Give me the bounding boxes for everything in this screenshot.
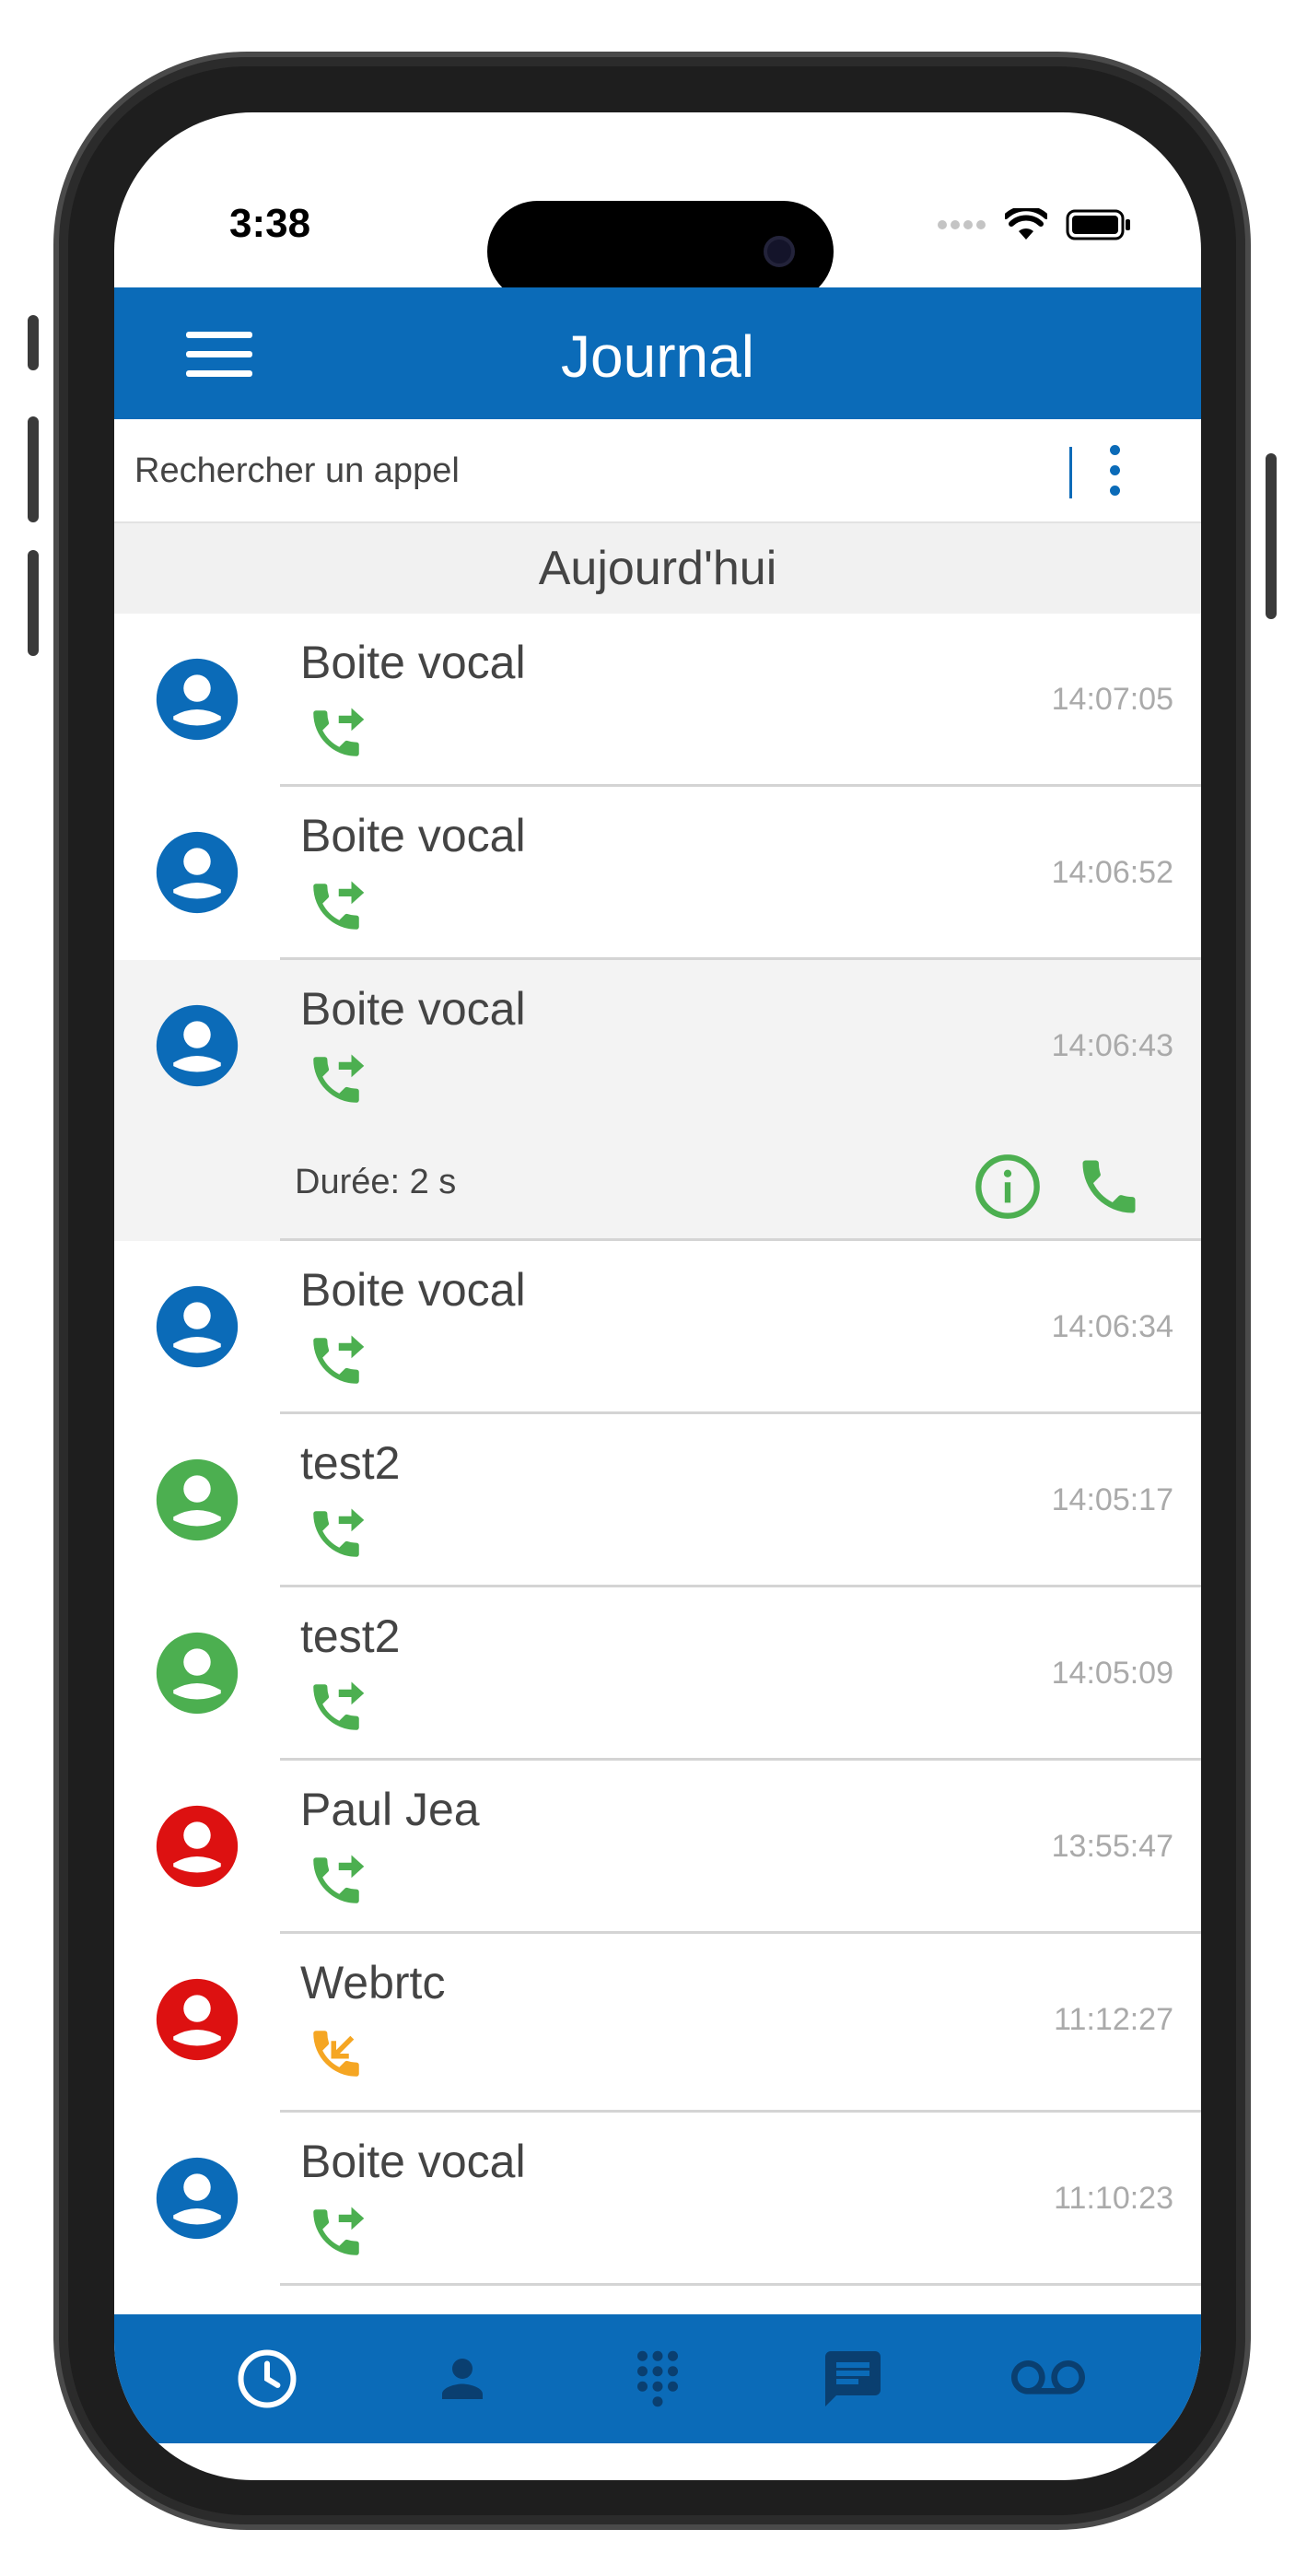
screen: 3:38 Journal Rechercher un appel Aujourd… [114,112,1201,2480]
call-time: 14:06:34 [1051,1309,1173,1344]
call-row[interactable]: Boite vocal 14:06:52 [114,787,1201,960]
call-time: 11:10:23 [1054,2181,1173,2216]
call-time: 14:07:05 [1051,682,1173,717]
message-icon [825,2351,881,2406]
outgoing-call-icon [313,1054,365,1103]
call-name: Paul Jea [300,1784,480,1835]
tab-messages[interactable] [798,2324,908,2434]
section-header-today: Aujourd'hui [114,523,1201,614]
call-row[interactable]: Boite vocal 14:07:05 [114,614,1201,787]
phone-frame: 3:38 Journal Rechercher un appel Aujourd… [28,52,1277,2530]
call-time: 14:05:09 [1051,1656,1173,1691]
camera-icon [764,236,795,267]
status-time: 3:38 [229,201,311,246]
outgoing-call-icon [313,1508,365,1557]
call-row[interactable]: Boite vocal 11:10:23 [114,2113,1201,2286]
call-name: test2 [300,1437,401,1489]
contact-avatar-icon [156,2157,239,2240]
call-row[interactable]: test2 14:05:17 [114,1414,1201,1587]
tab-voicemail[interactable] [993,2324,1103,2434]
call-time: 11:12:27 [1054,2002,1173,2037]
contact-avatar-icon [156,658,239,741]
call-back-button[interactable] [1074,1152,1144,1222]
app-bar: Journal [114,287,1201,419]
outgoing-call-icon [313,1335,365,1384]
call-time: 14:05:17 [1051,1482,1173,1517]
voicemail-icon [1011,2360,1085,2395]
outgoing-call-icon [313,1681,365,1730]
volume-down-button [28,550,39,656]
call-name: Boite vocal [300,983,526,1035]
call-row-expanded[interactable]: Boite vocal 14:06:43 Durée: 2 s [114,960,1201,1241]
volume-up-button [28,416,39,522]
call-name: Boite vocal [300,637,526,688]
signal-icon [938,220,986,229]
page-title: Journal [561,323,754,390]
incoming-call-icon [313,2031,359,2077]
contact-avatar-icon [156,1458,239,1541]
search-input[interactable] [133,441,1054,500]
outgoing-call-icon [313,2207,365,2255]
tab-journal[interactable] [212,2324,322,2434]
call-row[interactable]: Paul Jea 13:55:47 [114,1761,1201,1934]
contact-avatar-icon [156,1805,239,1888]
wifi-icon [1005,208,1047,240]
call-time: 14:06:52 [1051,855,1173,890]
outgoing-call-icon [313,881,365,930]
contact-avatar-icon [156,1285,239,1368]
search-bar [114,419,1201,523]
call-name: test2 [300,1610,401,1662]
call-name: Boite vocal [300,810,526,861]
dialpad-icon [637,2350,678,2407]
contact-avatar-icon [156,1004,239,1087]
contact-avatar-icon [156,1632,239,1715]
tab-dialpad[interactable] [602,2324,713,2434]
more-options-icon[interactable] [1094,441,1135,500]
call-name: Webrtc [300,1957,446,2008]
call-row[interactable]: test2 14:05:09 [114,1587,1201,1761]
clock-icon [238,2349,297,2408]
contact-avatar-icon [156,1978,239,2061]
call-row[interactable]: Boite vocal 14:06:34 [114,1241,1201,1414]
action-button [28,315,39,370]
call-row[interactable]: Webrtc 11:12:27 [114,1934,1201,2113]
search-divider [1069,447,1072,498]
call-duration: Durée: 2 s [295,1163,457,1201]
call-time: 14:06:43 [1051,1028,1173,1063]
call-list: Boite vocal 14:07:05 Boite vocal 14:06:5… [114,614,1201,2286]
contact-avatar-icon [156,831,239,914]
contact-icon [442,2359,483,2399]
tab-contacts[interactable] [407,2324,518,2434]
call-time: 13:55:47 [1051,1829,1173,1864]
status-icons [937,208,1132,241]
info-icon[interactable] [973,1152,1043,1222]
power-button [1266,453,1277,619]
bottom-tab-bar [114,2314,1201,2443]
outgoing-call-icon [313,708,365,756]
status-bar: 3:38 [114,112,1201,302]
call-name: Boite vocal [300,1264,526,1316]
battery-icon [1066,209,1130,240]
call-name: Boite vocal [300,2136,526,2187]
outgoing-call-icon [313,1855,365,1903]
